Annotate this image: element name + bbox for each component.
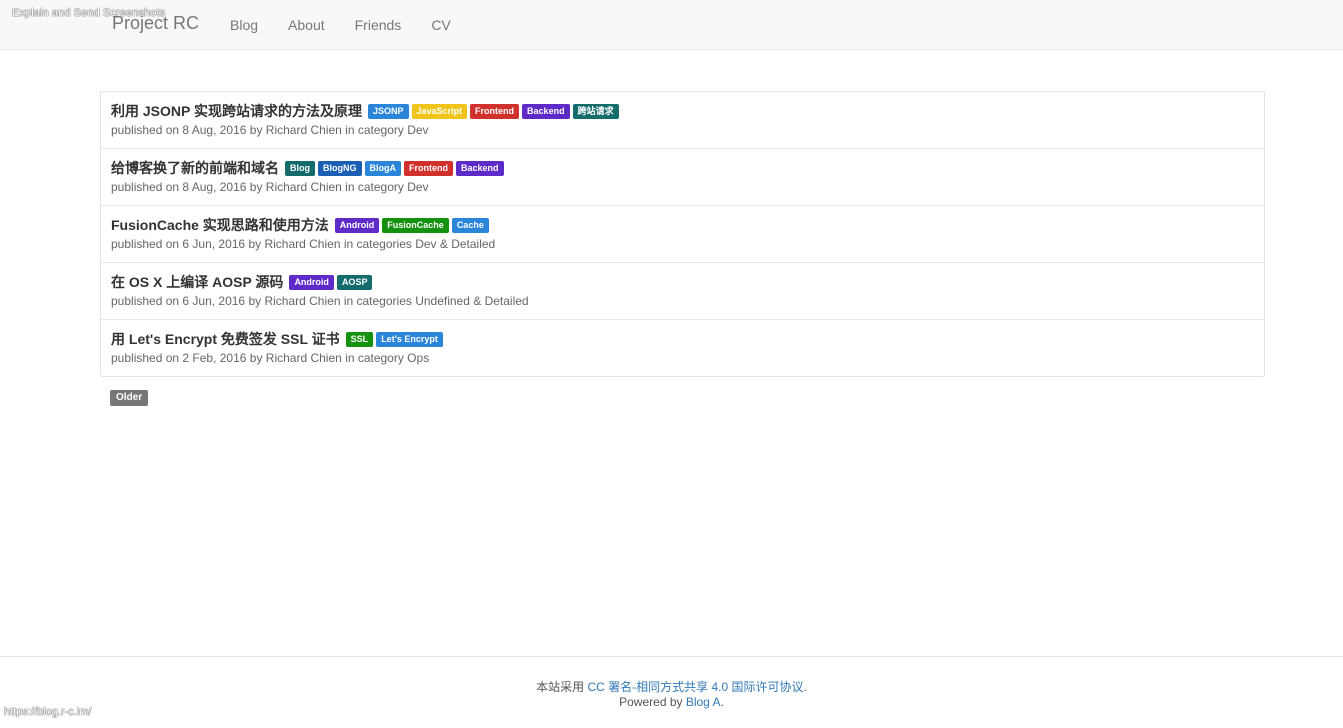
tag-badge[interactable]: JSONP bbox=[368, 103, 409, 119]
nav-link-cv[interactable]: CV bbox=[416, 0, 465, 50]
post-item: FusionCache 实现思路和使用方法 Android FusionCach… bbox=[101, 206, 1264, 263]
tag-badge[interactable]: Frontend bbox=[404, 160, 453, 176]
post-item: 用 Let's Encrypt 免费签发 SSL 证书 SSL Let's En… bbox=[101, 320, 1264, 376]
tag-badge[interactable]: JavaScript bbox=[411, 103, 468, 119]
tag-badge[interactable]: Android bbox=[289, 274, 334, 290]
tag-badge[interactable]: Backend bbox=[456, 160, 504, 176]
tag-badge[interactable]: BlogA bbox=[364, 160, 401, 176]
navbar: Project RC Blog About Friends CV bbox=[0, 0, 1343, 50]
post-title-link[interactable]: 给博客换了新的前端和域名 bbox=[111, 158, 279, 178]
tag-badge[interactable]: Let's Encrypt bbox=[376, 331, 443, 347]
footer: 本站采用 CC 署名-相同方式共享 4.0 国际许可协议. Powered by… bbox=[0, 656, 1343, 728]
post-title-link[interactable]: 利用 JSONP 实现跨站请求的方法及原理 bbox=[111, 101, 362, 121]
tag-badge[interactable]: Android bbox=[334, 217, 380, 233]
powered-by-link[interactable]: Blog A bbox=[686, 695, 721, 709]
tag-badge[interactable]: 跨站请求 bbox=[572, 103, 619, 119]
post-title-link[interactable]: 在 OS X 上编译 AOSP 源码 bbox=[111, 272, 283, 292]
post-title-link[interactable]: 用 Let's Encrypt 免费签发 SSL 证书 bbox=[111, 329, 340, 349]
nav-link-friends[interactable]: Friends bbox=[340, 0, 417, 50]
post-item: 给博客换了新的前端和域名 Blog BlogNG BlogA Frontend … bbox=[101, 149, 1264, 206]
tag-badge[interactable]: Blog bbox=[285, 160, 315, 176]
footer-license-suffix: . bbox=[803, 680, 807, 694]
nav-link-about[interactable]: About bbox=[273, 0, 340, 50]
post-list: 利用 JSONP 实现跨站请求的方法及原理 JSONP JavaScript F… bbox=[100, 91, 1265, 377]
footer-powered-line: Powered by Blog A. bbox=[0, 695, 1343, 709]
tag-badge[interactable]: FusionCache bbox=[382, 217, 449, 233]
post-meta: published on 2 Feb, 2016 by Richard Chie… bbox=[111, 351, 430, 365]
post-title-link[interactable]: FusionCache 实现思路和使用方法 bbox=[111, 215, 329, 235]
post-meta: published on 8 Aug, 2016 by Richard Chie… bbox=[111, 123, 429, 137]
tag-badge[interactable]: Cache bbox=[451, 217, 489, 233]
post-item: 利用 JSONP 实现跨站请求的方法及原理 JSONP JavaScript F… bbox=[101, 92, 1264, 149]
tag-badge[interactable]: SSL bbox=[345, 331, 374, 347]
older-posts-button[interactable]: Older bbox=[110, 390, 149, 406]
footer-license-prefix: 本站采用 bbox=[536, 680, 588, 694]
footer-powered-suffix: . bbox=[720, 695, 724, 709]
nav-link-blog[interactable]: Blog bbox=[215, 0, 273, 50]
tag-badge[interactable]: Backend bbox=[522, 103, 570, 119]
footer-license-line: 本站采用 CC 署名-相同方式共享 4.0 国际许可协议. bbox=[0, 678, 1343, 695]
post-meta: published on 6 Jun, 2016 by Richard Chie… bbox=[111, 294, 529, 308]
post-item: 在 OS X 上编译 AOSP 源码 Android AOSP publishe… bbox=[101, 263, 1264, 320]
tag-badge[interactable]: Frontend bbox=[470, 103, 520, 119]
post-meta: published on 6 Jun, 2016 by Richard Chie… bbox=[111, 237, 496, 251]
tag-badge[interactable]: AOSP bbox=[336, 274, 373, 290]
screenshot-extension-label: Explain and Send Screenshots bbox=[12, 7, 166, 19]
nav-links: Blog About Friends CV bbox=[215, 0, 466, 50]
tag-badge[interactable]: BlogNG bbox=[318, 160, 362, 176]
post-meta: published on 8 Aug, 2016 by Richard Chie… bbox=[111, 180, 429, 194]
license-link[interactable]: CC 署名-相同方式共享 4.0 国际许可协议 bbox=[587, 680, 803, 694]
footer-powered-prefix: Powered by bbox=[619, 695, 686, 709]
status-url: https://blog.r-c.im/ bbox=[4, 706, 92, 718]
